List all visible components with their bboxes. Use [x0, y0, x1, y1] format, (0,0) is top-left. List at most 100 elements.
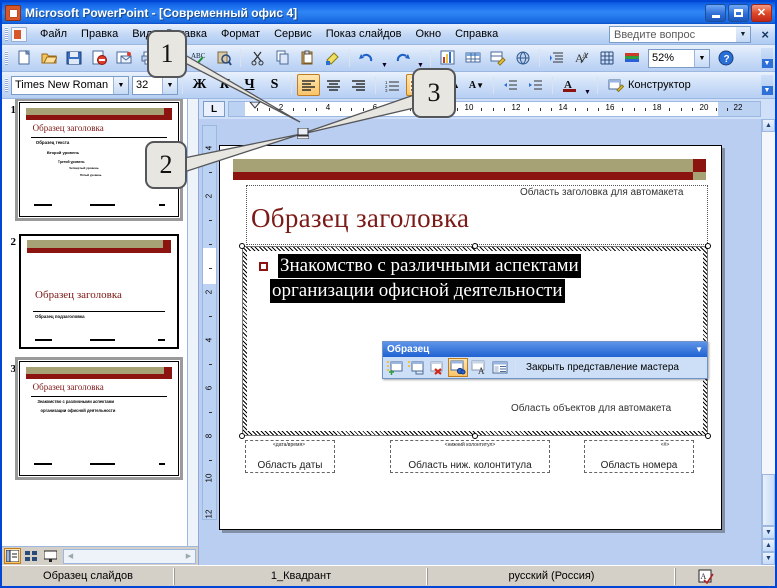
expand-all-icon[interactable]	[545, 47, 568, 69]
insert-chart-icon[interactable]	[436, 47, 459, 69]
rename-master-icon[interactable]: A	[469, 358, 489, 377]
formatting-toolbar-options-button[interactable]: ▼	[761, 75, 773, 95]
menu-item-edit[interactable]: Правка	[74, 26, 125, 42]
resize-handle-ne[interactable]	[705, 243, 711, 249]
design-button[interactable]: Конструктор	[602, 75, 697, 96]
font-name-combo[interactable]: Times New Roman ▼	[11, 75, 129, 95]
underline-button[interactable]: Ч	[238, 74, 261, 96]
zoom-dropdown-icon[interactable]: ▼	[694, 49, 709, 67]
font-name-dropdown-icon[interactable]: ▼	[113, 76, 128, 94]
resize-handle-sw[interactable]	[239, 433, 245, 439]
maximize-button[interactable]	[728, 4, 749, 22]
menu-grip[interactable]	[5, 27, 8, 41]
menu-item-slideshow[interactable]: Показ слайдов	[319, 26, 409, 42]
previous-slide-icon[interactable]: ▲	[762, 539, 775, 552]
master-toolbar-titlebar[interactable]: Образец ▼	[383, 342, 707, 357]
resize-handle-s[interactable]	[472, 433, 478, 439]
tables-and-borders-icon[interactable]	[486, 47, 509, 69]
undo-icon[interactable]	[355, 47, 378, 69]
delete-master-icon[interactable]	[427, 358, 447, 377]
slide-canvas[interactable]: Область заголовка для автомакета Образец…	[219, 119, 775, 565]
menu-item-file[interactable]: Файл	[33, 26, 74, 42]
vertical-ruler[interactable]: 4 2 2 4 6 8 10 12	[201, 125, 217, 520]
cut-icon[interactable]	[246, 47, 269, 69]
first-line-indent-marker[interactable]	[249, 102, 261, 109]
redo-dropdown-icon[interactable]: ▼	[415, 47, 426, 69]
ask-a-question-box[interactable]: Введите вопрос ▼	[609, 26, 751, 43]
horizontal-ruler[interactable]: 2 4 6 8 10 12 14 16 18 20 22	[228, 101, 761, 117]
font-size-combo[interactable]: 32 ▼	[132, 75, 178, 95]
slides-pane-hscrollbar[interactable]: ◀ ▶	[63, 548, 196, 564]
color-scheme-icon[interactable]	[620, 47, 643, 69]
help-icon[interactable]: ?	[714, 47, 737, 69]
show-grid-icon[interactable]	[595, 47, 618, 69]
insert-hyperlink-icon[interactable]	[511, 47, 534, 69]
minimize-button[interactable]	[705, 4, 726, 22]
close-document-button[interactable]: ×	[761, 27, 769, 42]
slide-thumbnail[interactable]: Образец заголовка Образец подзаголовка	[19, 234, 179, 349]
slide-master-surface[interactable]: Область заголовка для автомакета Образец…	[219, 145, 722, 530]
scroll-thumb[interactable]	[762, 474, 775, 526]
standard-toolbar-options-button[interactable]: ▼	[761, 48, 773, 68]
status-language[interactable]: русский (Россия)	[428, 567, 676, 585]
permission-icon[interactable]	[87, 47, 110, 69]
undo-dropdown-icon[interactable]: ▼	[379, 47, 390, 69]
tab-stop-icon[interactable]: L	[203, 101, 225, 117]
italic-button[interactable]: К	[213, 74, 236, 96]
resize-handle-nw[interactable]	[239, 243, 245, 249]
master-layout-icon[interactable]	[490, 358, 510, 377]
scroll-down-icon[interactable]: ▼	[762, 526, 775, 539]
bold-button[interactable]: Ж	[188, 74, 211, 96]
align-center-button[interactable]	[322, 74, 345, 96]
research-icon[interactable]	[212, 47, 235, 69]
font-color-dropdown-icon[interactable]: ▼	[582, 74, 593, 96]
decrease-indent-button[interactable]	[499, 74, 522, 96]
insert-new-title-master-icon[interactable]	[406, 358, 426, 377]
formatting-toolbar-grip[interactable]	[5, 78, 8, 92]
show-formatting-icon[interactable]: AA	[570, 47, 593, 69]
slide-thumbnail[interactable]: Образец заголовка Знакомство с различным…	[15, 357, 183, 480]
menu-item-format[interactable]: Формат	[214, 26, 267, 42]
text-shadow-button[interactable]: S	[263, 74, 286, 96]
toolbar-options-icon[interactable]: ▼	[695, 345, 703, 354]
chevron-down-icon[interactable]: ▼	[736, 27, 750, 42]
numbering-button[interactable]: 123	[381, 74, 404, 96]
hanging-indent-marker[interactable]	[296, 127, 310, 142]
next-slide-icon[interactable]: ▼	[762, 552, 775, 565]
slide-show-button[interactable]	[42, 548, 59, 564]
resize-handle-se[interactable]	[705, 433, 711, 439]
list-item[interactable]: 3 Образец заголовка Знакомство с различн…	[5, 357, 183, 480]
new-icon[interactable]	[12, 47, 35, 69]
scroll-up-icon[interactable]: ▲	[762, 119, 775, 132]
save-icon[interactable]	[62, 47, 85, 69]
normal-view-button[interactable]	[4, 548, 21, 564]
preserve-master-icon[interactable]	[448, 358, 468, 377]
list-item[interactable]: 2 Образец заголовка Образец подзаголовка	[5, 234, 179, 349]
zoom-combo[interactable]: 52% ▼	[648, 48, 710, 68]
align-left-button[interactable]	[297, 74, 320, 96]
slides-pane-scrollbar[interactable]	[187, 99, 198, 546]
open-icon[interactable]	[37, 47, 60, 69]
spelling-icon[interactable]: ABC	[187, 47, 210, 69]
insert-table-icon[interactable]	[461, 47, 484, 69]
scroll-right-icon[interactable]: ▶	[182, 550, 195, 563]
menu-item-tools[interactable]: Сервис	[267, 26, 319, 42]
paste-icon[interactable]	[296, 47, 319, 69]
scroll-left-icon[interactable]: ◀	[64, 550, 77, 563]
align-right-button[interactable]	[347, 74, 370, 96]
standard-toolbar-grip[interactable]	[5, 51, 8, 65]
copy-icon[interactable]	[271, 47, 294, 69]
email-icon[interactable]	[112, 47, 135, 69]
decrease-font-size-button[interactable]: A ▼	[465, 74, 488, 96]
increase-indent-button[interactable]	[524, 74, 547, 96]
spellcheck-icon[interactable]: A	[676, 568, 736, 585]
insert-new-slide-master-icon[interactable]	[385, 358, 405, 377]
slide-sorter-button[interactable]	[23, 548, 40, 564]
format-painter-icon[interactable]	[321, 47, 344, 69]
close-master-view-button[interactable]: Закрыть представление мастера	[521, 362, 679, 373]
resize-handle-n[interactable]	[472, 243, 478, 249]
font-color-button[interactable]: A	[558, 74, 581, 96]
menu-item-window[interactable]: Окно	[409, 26, 449, 42]
slide-vertical-scrollbar[interactable]: ▲ ▼ ▲ ▼	[761, 119, 775, 565]
close-button[interactable]: ✕	[751, 4, 772, 22]
